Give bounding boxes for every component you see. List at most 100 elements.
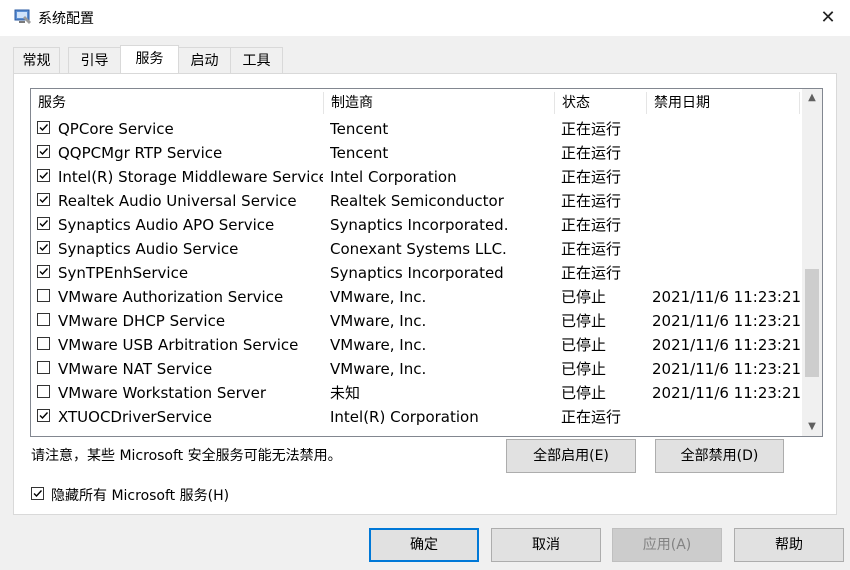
table-row[interactable]: Synaptics Audio APO Service Synaptics Inc… bbox=[31, 213, 801, 237]
vendor-cell: VMware, Inc. bbox=[330, 336, 427, 354]
status-cell: 正在运行 bbox=[561, 192, 622, 210]
ok-button[interactable]: 确定 bbox=[369, 528, 479, 562]
status-cell: 正在运行 bbox=[561, 120, 622, 138]
status-cell: 已停止 bbox=[561, 384, 607, 402]
table-row[interactable]: QPCore Service Tencent 正在运行 bbox=[31, 117, 801, 141]
service-checkbox[interactable] bbox=[37, 289, 50, 302]
disabled-date-cell: 2021/11/6 11:23:21 bbox=[652, 336, 800, 354]
hide-microsoft-services-label: 隐藏所有 Microsoft 服务(H) bbox=[51, 488, 230, 504]
tab-startup[interactable]: 启动 bbox=[178, 47, 231, 73]
close-icon[interactable]: ✕ bbox=[816, 6, 840, 30]
vendor-cell: Conexant Systems LLC. bbox=[330, 240, 507, 258]
service-checkbox[interactable] bbox=[37, 385, 50, 398]
service-name-cell: Realtek Audio Universal Service bbox=[58, 192, 297, 210]
vendor-cell: VMware, Inc. bbox=[330, 312, 427, 330]
service-checkbox[interactable] bbox=[37, 121, 50, 134]
table-row[interactable]: VMware DHCP Service VMware, Inc. 已停止 2021/1… bbox=[31, 309, 801, 333]
vendor-cell: Synaptics Incorporated. bbox=[330, 216, 509, 234]
column-header-disabled-date[interactable]: 禁用日期 bbox=[647, 89, 799, 117]
notice-text: 请注意，某些 Microsoft 安全服务可能无法禁用。 bbox=[31, 448, 342, 464]
apply-button[interactable]: 应用(A) bbox=[612, 528, 722, 562]
service-name-cell: QPCore Service bbox=[58, 120, 174, 138]
cancel-button[interactable]: 取消 bbox=[491, 528, 601, 562]
service-name-cell: Intel(R) Storage Middleware Service bbox=[58, 168, 323, 186]
disabled-date-cell bbox=[652, 405, 800, 429]
status-cell: 正在运行 bbox=[561, 408, 622, 426]
service-checkbox[interactable] bbox=[37, 193, 50, 206]
service-name-cell: VMware Authorization Service bbox=[58, 288, 284, 306]
table-row[interactable]: SynTPEnhService Synaptics Incorporated 正在运… bbox=[31, 261, 801, 285]
service-name-cell: VMware NAT Service bbox=[58, 360, 213, 378]
disabled-date-cell bbox=[652, 237, 800, 261]
disabled-date-cell: 2021/11/6 11:23:21 bbox=[652, 312, 800, 330]
service-name-cell: Synaptics Audio APO Service bbox=[58, 216, 275, 234]
service-checkbox[interactable] bbox=[37, 265, 50, 278]
status-cell: 已停止 bbox=[561, 360, 607, 378]
vendor-cell: Realtek Semiconductor bbox=[330, 192, 504, 210]
table-row[interactable]: VMware Authorization Service VMware, Inc.… bbox=[31, 285, 801, 309]
service-checkbox[interactable] bbox=[37, 217, 50, 230]
table-row[interactable]: XTUOCDriverService Intel(R) Corporation 正在… bbox=[31, 405, 801, 429]
disable-all-button[interactable]: 全部禁用(D) bbox=[655, 439, 784, 473]
service-checkbox[interactable] bbox=[37, 361, 50, 374]
help-button[interactable]: 帮助 bbox=[734, 528, 844, 562]
disabled-date-cell: 2021/11/6 11:23:21 bbox=[652, 288, 800, 306]
vertical-scrollbar[interactable]: ▲ ▼ bbox=[802, 89, 822, 436]
service-name-cell: VMware Workstation Server bbox=[58, 384, 267, 402]
disabled-date-cell: 2021/11/6 11:23:21 bbox=[652, 384, 800, 402]
tab-tools[interactable]: 工具 bbox=[230, 47, 283, 73]
vendor-cell: Tencent bbox=[330, 144, 389, 162]
service-name-cell: QQPCMgr RTP Service bbox=[58, 144, 223, 162]
table-header: 服务 制造商 状态 禁用日期 bbox=[31, 89, 801, 117]
disabled-date-cell bbox=[652, 141, 800, 165]
service-checkbox[interactable] bbox=[37, 169, 50, 182]
vendor-cell: VMware, Inc. bbox=[330, 360, 427, 378]
table-row[interactable]: Intel(R) Storage Middleware Service Intel… bbox=[31, 165, 801, 189]
status-cell: 已停止 bbox=[561, 288, 607, 306]
column-header-status[interactable]: 状态 bbox=[555, 89, 646, 117]
msconfig-app-icon bbox=[14, 9, 31, 24]
disabled-date-cell bbox=[652, 165, 800, 189]
table-row[interactable]: VMware NAT Service VMware, Inc. 已停止 2021/11… bbox=[31, 357, 801, 381]
tab-boot[interactable]: 引导 bbox=[68, 47, 121, 73]
enable-all-button[interactable]: 全部启用(E) bbox=[506, 439, 636, 473]
column-header-vendor[interactable]: 制造商 bbox=[324, 89, 554, 117]
table-row[interactable]: VMware Workstation Server 未知 已停止 2021/11/6 … bbox=[31, 381, 801, 405]
disabled-date-cell bbox=[652, 261, 800, 285]
vendor-cell: Synaptics Incorporated bbox=[330, 264, 504, 282]
disabled-date-cell bbox=[652, 117, 800, 141]
tab-services[interactable]: 服务 bbox=[120, 45, 179, 73]
status-cell: 正在运行 bbox=[561, 216, 622, 234]
status-cell: 正在运行 bbox=[561, 264, 622, 282]
hide-microsoft-services-checkbox[interactable] bbox=[31, 487, 44, 500]
status-cell: 正在运行 bbox=[561, 240, 622, 258]
column-divider[interactable] bbox=[799, 92, 800, 114]
tab-general[interactable]: 常规 bbox=[13, 47, 60, 73]
status-cell: 已停止 bbox=[561, 312, 607, 330]
scroll-down-icon[interactable]: ▼ bbox=[802, 418, 822, 436]
vendor-cell: VMware, Inc. bbox=[330, 288, 427, 306]
table-row[interactable]: QQPCMgr RTP Service Tencent 正在运行 bbox=[31, 141, 801, 165]
vendor-cell: 未知 bbox=[330, 384, 361, 402]
scrollbar-thumb[interactable] bbox=[805, 269, 819, 378]
vendor-cell: Intel Corporation bbox=[330, 168, 457, 186]
service-checkbox[interactable] bbox=[37, 313, 50, 326]
service-checkbox[interactable] bbox=[37, 337, 50, 350]
column-header-service[interactable]: 服务 bbox=[31, 89, 323, 117]
status-cell: 已停止 bbox=[561, 336, 607, 354]
table-row[interactable]: Synaptics Audio Service Conexant Systems … bbox=[31, 237, 801, 261]
services-list[interactable]: 服务 制造商 状态 禁用日期 QPCore Service Tencent 正在运行… bbox=[30, 88, 823, 437]
service-checkbox[interactable] bbox=[37, 409, 50, 422]
service-name-cell: VMware DHCP Service bbox=[58, 312, 226, 330]
service-name-cell: XTUOCDriverService bbox=[58, 408, 213, 426]
disabled-date-cell bbox=[652, 213, 800, 237]
service-checkbox[interactable] bbox=[37, 145, 50, 158]
status-cell: 正在运行 bbox=[561, 168, 622, 186]
service-checkbox[interactable] bbox=[37, 241, 50, 254]
disabled-date-cell bbox=[652, 189, 800, 213]
window-title: 系统配置 bbox=[38, 11, 94, 27]
table-row[interactable]: VMware USB Arbitration Service VMware, In… bbox=[31, 333, 801, 357]
service-name-cell: SynTPEnhService bbox=[58, 264, 189, 282]
scroll-up-icon[interactable]: ▲ bbox=[802, 89, 822, 107]
table-row[interactable]: Realtek Audio Universal Service Realtek S… bbox=[31, 189, 801, 213]
